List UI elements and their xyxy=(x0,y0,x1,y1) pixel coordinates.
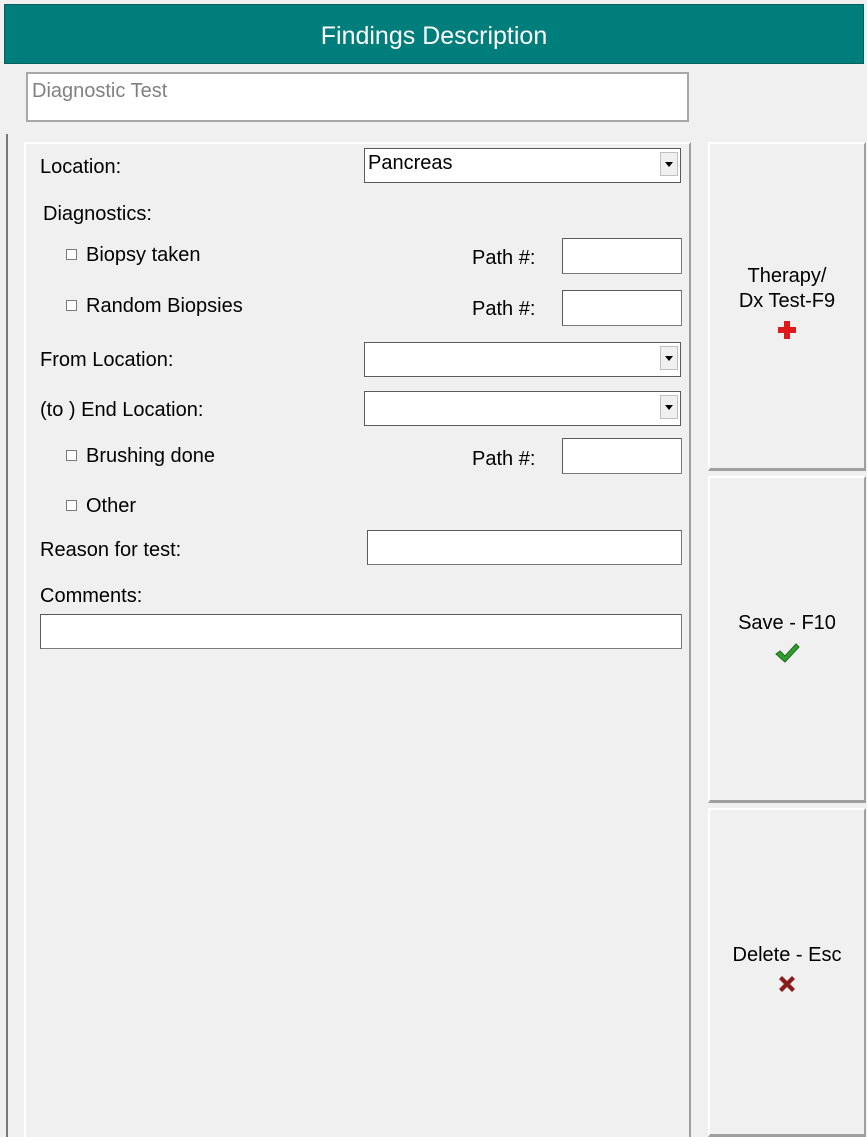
random-biopsies-path-input[interactable] xyxy=(562,290,682,326)
from-location-dropdown-arrow-icon[interactable] xyxy=(660,346,678,370)
diagnostic-test-field[interactable]: Diagnostic Test xyxy=(26,72,689,122)
x-icon xyxy=(777,974,797,1001)
random-biopsies-path-label: Path #: xyxy=(472,298,536,320)
biopsy-taken-label: Biopsy taken xyxy=(86,244,201,266)
comments-label: Comments: xyxy=(40,585,143,607)
random-biopsies-checkbox[interactable]: Random Biopsies xyxy=(66,294,243,318)
delete-button[interactable]: Delete - Esc xyxy=(708,808,866,1137)
check-icon xyxy=(774,642,800,671)
save-button-label: Save - F10 xyxy=(738,612,836,634)
diagnostics-label: Diagnostics: xyxy=(43,203,152,225)
other-label: Other xyxy=(86,495,137,517)
end-location-dropdown-arrow-icon[interactable] xyxy=(660,395,678,419)
biopsy-path-input[interactable] xyxy=(562,238,682,274)
from-location-label: From Location: xyxy=(40,349,174,371)
save-button[interactable]: Save - F10 xyxy=(708,476,866,803)
location-label: Location: xyxy=(40,156,122,178)
brushing-done-label: Brushing done xyxy=(86,445,215,467)
comments-input[interactable] xyxy=(40,614,682,649)
location-dropdown-arrow-icon[interactable] xyxy=(660,152,678,176)
random-biopsies-label: Random Biopsies xyxy=(86,295,243,317)
location-value: Pancreas xyxy=(368,152,453,174)
reason-input[interactable] xyxy=(367,530,682,565)
from-location-select[interactable] xyxy=(364,342,681,377)
checkbox-icon[interactable] xyxy=(66,500,77,511)
left-border xyxy=(6,134,8,1137)
brushing-path-input[interactable] xyxy=(562,438,682,474)
end-location-select[interactable] xyxy=(364,391,681,426)
checkbox-icon[interactable] xyxy=(66,450,77,461)
location-select[interactable]: Pancreas xyxy=(364,148,681,183)
checkbox-icon[interactable] xyxy=(66,249,77,260)
delete-button-label: Delete - Esc xyxy=(732,944,842,966)
reason-label: Reason for test: xyxy=(40,539,182,561)
checkbox-icon[interactable] xyxy=(66,300,77,311)
window-title: Findings Description xyxy=(4,4,864,64)
biopsy-path-label: Path #: xyxy=(472,247,536,269)
end-location-label: (to ) End Location: xyxy=(40,399,204,421)
red-plus-icon xyxy=(777,320,797,347)
biopsy-taken-checkbox[interactable]: Biopsy taken xyxy=(66,243,201,267)
brushing-done-checkbox[interactable]: Brushing done xyxy=(66,444,215,468)
therapy-button-label: Therapy/ Dx Test-F9 xyxy=(738,265,836,312)
other-checkbox[interactable]: Other xyxy=(66,494,136,518)
brushing-path-label: Path #: xyxy=(472,448,536,470)
therapy-dx-test-button[interactable]: Therapy/ Dx Test-F9 xyxy=(708,142,866,471)
